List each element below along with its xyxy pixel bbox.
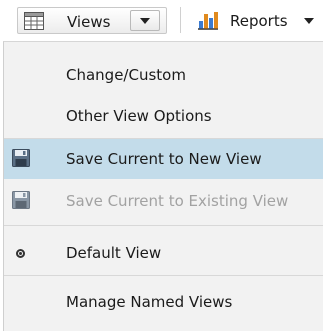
- reports-dropdown-button[interactable]: Reports: [190, 7, 323, 34]
- views-caret-button[interactable]: [130, 10, 160, 31]
- menu-item-save-current-to-new-view[interactable]: Save Current to New View: [4, 139, 323, 179]
- floppy-disk-icon: [12, 191, 30, 209]
- views-dropdown-button[interactable]: Views: [17, 7, 167, 34]
- menu-item-default-view[interactable]: Default View: [4, 233, 323, 273]
- reports-label: Reports: [230, 12, 288, 30]
- menu-item-save-current-to-existing-view[interactable]: Save Current to Existing View: [4, 181, 323, 221]
- menu-item-label: Manage Named Views: [66, 293, 233, 311]
- views-dropdown-menu: Change/Custom Other View Options Save Cu…: [3, 41, 323, 331]
- table-grid-icon: [24, 12, 44, 30]
- menu-item-other-view-options[interactable]: Other View Options: [4, 96, 323, 136]
- chevron-down-icon: [304, 18, 314, 24]
- menu-item-manage-named-views[interactable]: Manage Named Views: [4, 282, 323, 322]
- views-label: Views: [67, 13, 111, 31]
- menu-item-change-custom[interactable]: Change/Custom: [4, 55, 323, 95]
- menu-item-label: Default View: [66, 244, 162, 262]
- bar-chart-icon: [198, 12, 218, 30]
- menu-item-label: Save Current to New View: [66, 150, 262, 168]
- radio-bullet-icon: [16, 249, 25, 258]
- menu-item-label: Save Current to Existing View: [66, 192, 289, 210]
- menu-item-label: Other View Options: [66, 107, 212, 125]
- menu-divider: [4, 275, 323, 276]
- toolbar: Views Reports: [0, 0, 323, 41]
- floppy-disk-icon: [12, 149, 30, 167]
- toolbar-divider: [180, 7, 181, 33]
- chevron-down-icon: [140, 18, 150, 24]
- views-screen: Views Reports Change/Custom Other View O…: [0, 0, 323, 331]
- menu-divider: [4, 225, 323, 226]
- menu-item-label: Change/Custom: [66, 66, 186, 84]
